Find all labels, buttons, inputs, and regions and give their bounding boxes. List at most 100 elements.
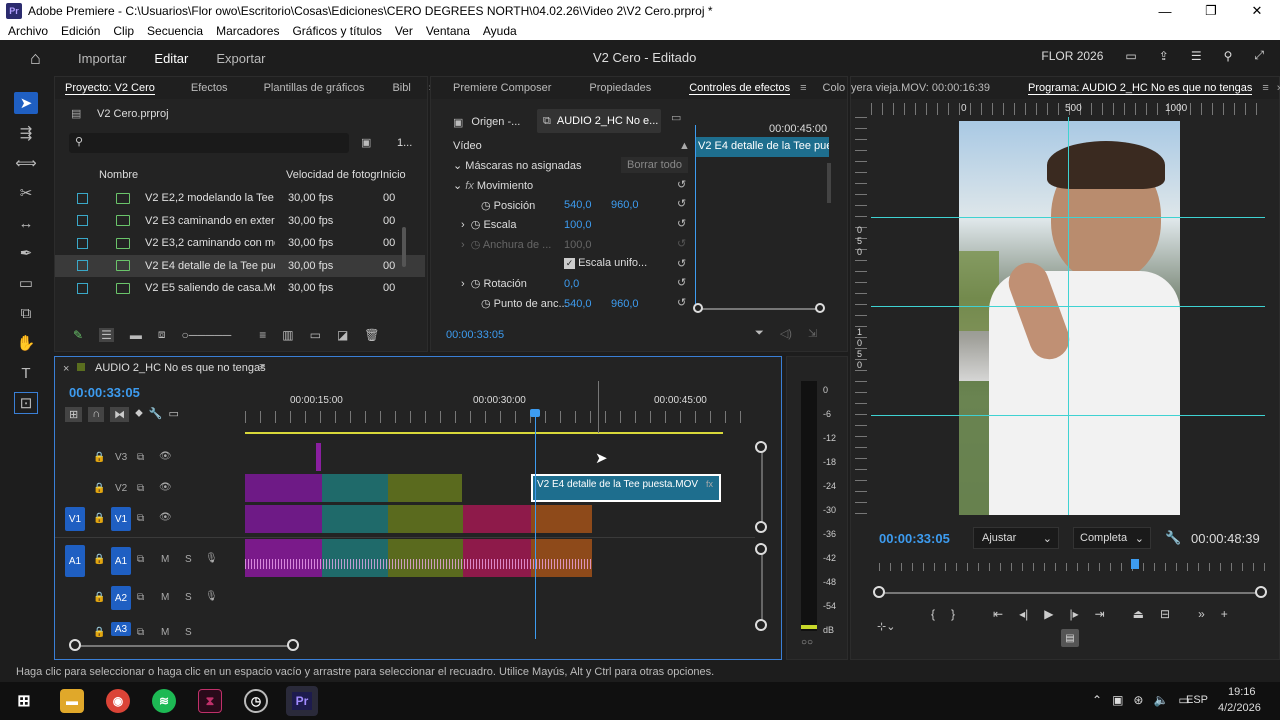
program-menu-icon[interactable]: ≡: [1262, 82, 1268, 94]
tray-app-icon[interactable]: ▣: [1112, 693, 1123, 707]
solo-meters-icon[interactable]: ○○: [801, 637, 813, 648]
v1-clip-orange[interactable]: [531, 505, 592, 533]
timeline-ruler[interactable]: [245, 411, 755, 423]
play-icon[interactable]: ▶: [1044, 607, 1053, 621]
ec-timecode[interactable]: 00:00:33:05: [446, 329, 504, 341]
ec-scroll-handle-right[interactable]: [815, 303, 825, 313]
hscroll-right-handle[interactable]: [287, 639, 299, 651]
add-marker-icon[interactable]: ⬥: [135, 407, 143, 422]
pen-tool-icon[interactable]: ✒: [14, 242, 38, 264]
nav-exportar[interactable]: Exportar: [216, 51, 265, 66]
sequence-menu-icon[interactable]: ≡: [259, 361, 265, 373]
label-color-chip[interactable]: [77, 237, 88, 249]
a1-clip-pink[interactable]: [463, 539, 531, 577]
v2-clip-olive[interactable]: [388, 474, 462, 502]
track-area[interactable]: V2 E4 detalle de la Tee puesta.MOV fx: [245, 441, 763, 637]
lock-a2-icon[interactable]: 🔒: [93, 592, 105, 603]
sync-v3-icon[interactable]: ⧉: [137, 452, 144, 463]
more-controls-icon[interactable]: »: [1198, 607, 1205, 621]
v1-clip-teal[interactable]: [322, 505, 388, 533]
new-item-icon[interactable]: ◪: [337, 328, 348, 342]
track-a3-badge[interactable]: A3: [111, 622, 131, 636]
menu-ayuda[interactable]: Ayuda: [483, 24, 517, 38]
mic-a1-icon[interactable]: 🎙: [205, 553, 218, 564]
track-select-tool-icon[interactable]: ⇶: [14, 122, 38, 144]
fit-dropdown[interactable]: Ajustar ⌄: [973, 527, 1059, 549]
close-button[interactable]: ✕: [1234, 0, 1280, 22]
mute-a2-button[interactable]: M: [161, 592, 169, 603]
reset-anchor-icon[interactable]: ↺: [677, 296, 686, 309]
tab-efectos[interactable]: Efectos: [191, 82, 228, 94]
program-video-frame[interactable]: [959, 121, 1180, 515]
tab-plantillas[interactable]: Plantillas de gráficos: [264, 82, 365, 94]
toggle-timeline-icon[interactable]: ▭: [671, 111, 681, 124]
new-bin-icon[interactable]: ▣: [361, 136, 371, 149]
menu-secuencia[interactable]: Secuencia: [147, 24, 203, 38]
program-scroll-left[interactable]: [873, 586, 885, 598]
column-nombre[interactable]: Nombre: [99, 169, 138, 181]
trash-icon[interactable]: 🗑: [364, 328, 379, 342]
solo-a3-button[interactable]: S: [185, 627, 192, 638]
ec-vertical-scrollbar[interactable]: [827, 163, 831, 203]
v1-clip-pink[interactable]: [463, 505, 531, 533]
lock-v1-icon[interactable]: 🔒: [93, 513, 105, 524]
uniform-scale-checkbox[interactable]: ✓: [564, 258, 575, 269]
automate-icon[interactable]: ▥: [282, 328, 293, 342]
ec-scroll-handle-left[interactable]: [693, 303, 703, 313]
mark-in-icon[interactable]: {: [931, 607, 935, 621]
source-tab[interactable]: Origen -...: [471, 116, 520, 128]
share-icon[interactable]: ⇪: [1159, 49, 1169, 63]
sync-a1-icon[interactable]: ⧉: [137, 554, 144, 565]
timeline-horizontal-scrollbar[interactable]: [75, 645, 295, 647]
menu-ventana[interactable]: Ventana: [426, 24, 470, 38]
nav-importar[interactable]: Importar: [78, 51, 126, 66]
clock-date[interactable]: 4/2/2026: [1218, 702, 1261, 714]
label-color-chip[interactable]: [77, 282, 88, 294]
rectangle-tool-icon[interactable]: ▭: [14, 272, 38, 294]
remix-tool-icon[interactable]: ⧉: [14, 302, 38, 324]
volume-icon[interactable]: 🔈: [1153, 693, 1168, 707]
razor-tool-icon[interactable]: ✂: [14, 182, 38, 204]
linked-selection-icon[interactable]: ⧓: [110, 407, 130, 422]
tab-controles-efectos[interactable]: Controles de efectos: [689, 82, 791, 95]
reset-rotation-icon[interactable]: ↺: [677, 276, 686, 289]
sync-v1-icon[interactable]: ⧉: [137, 513, 144, 524]
sequence-tab[interactable]: AUDIO 2_HC No es que no tengas: [95, 362, 266, 374]
search-icon[interactable]: ⚲: [1224, 49, 1233, 63]
anchor-x[interactable]: 540,0: [564, 298, 592, 310]
media-encoder-icon[interactable]: ⧗: [198, 689, 222, 713]
selection-tool-icon[interactable]: ➤: [14, 92, 38, 114]
mute-a3-button[interactable]: M: [161, 627, 169, 638]
captions-icon[interactable]: ▭: [169, 407, 179, 422]
project-list-item[interactable]: V2 E3 caminando en exterior 30,00 fps 00: [55, 210, 425, 232]
menu-edicion[interactable]: Edición: [61, 24, 100, 38]
workspace-label[interactable]: FLOR 2026: [1041, 49, 1103, 63]
vscroll-audio-top[interactable]: [755, 543, 767, 555]
reset-motion-icon[interactable]: ↺: [677, 178, 686, 191]
track-v1-badge[interactable]: V1: [111, 507, 131, 531]
freeform-view-icon[interactable]: ⧈: [158, 327, 166, 342]
position-y[interactable]: 960,0: [611, 199, 639, 211]
menu-graficos[interactable]: Gráficos y títulos: [292, 24, 381, 38]
ripple-edit-tool-icon[interactable]: ⟺: [14, 152, 38, 174]
language-indicator[interactable]: ESP: [1186, 694, 1208, 706]
rotation-value[interactable]: 0,0: [564, 278, 579, 290]
program-scroll-right[interactable]: [1255, 586, 1267, 598]
video-vertical-scrollbar[interactable]: [761, 447, 763, 525]
app-clock-icon[interactable]: ◷: [244, 689, 268, 713]
tab-color[interactable]: Colo: [823, 82, 846, 94]
solo-a1-button[interactable]: S: [185, 554, 192, 565]
insert-nested-icon[interactable]: ⊞: [65, 407, 83, 422]
motion-row[interactable]: ⌄ fx Movimiento: [453, 179, 533, 192]
lock-a3-icon[interactable]: 🔒: [93, 627, 105, 638]
new-folder-icon[interactable]: ▭: [310, 328, 321, 342]
show-hidden-icons-icon[interactable]: ⌃: [1092, 693, 1102, 707]
snap-icon[interactable]: ∩: [88, 407, 105, 422]
source-a1-badge[interactable]: A1: [65, 545, 85, 577]
tab-premiere-composer[interactable]: Premiere Composer: [453, 82, 551, 94]
file-explorer-icon[interactable]: ▬: [60, 689, 84, 713]
slip-tool-icon[interactable]: ↔: [14, 212, 38, 234]
source-v1-badge[interactable]: V1: [65, 507, 85, 531]
workspace-panel-icon[interactable]: ▭: [1125, 49, 1136, 63]
rotation-row[interactable]: › ◷ Rotación: [461, 277, 527, 290]
